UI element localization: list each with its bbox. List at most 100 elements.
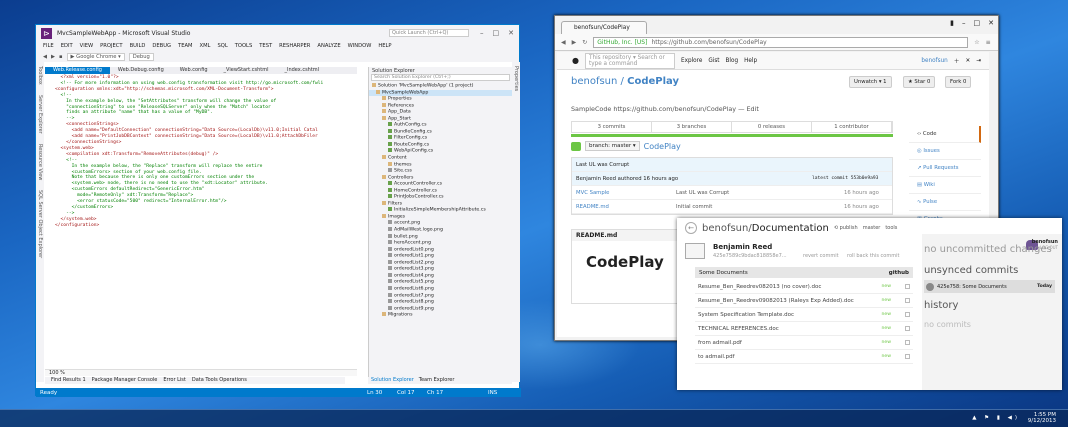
menu-item[interactable]: DEBUG	[152, 43, 171, 49]
editor-tab[interactable]: _Index.cshtml	[276, 67, 327, 74]
nav-blog[interactable]: Blog	[726, 58, 739, 64]
save-icon[interactable]: ▪	[59, 54, 63, 60]
menu-item[interactable]: XML	[200, 43, 211, 49]
unsynced-commit-item[interactable]: 425e758: Some Documents Today	[924, 280, 1055, 293]
sidenav-item[interactable]: ▤ Wiki	[909, 177, 981, 194]
stat-commits[interactable]: 3 commits	[572, 122, 652, 132]
compare-icon[interactable]	[571, 141, 581, 151]
bottom-tab[interactable]: Data Tools Operations	[192, 377, 247, 384]
view-on-github-button[interactable]: github	[889, 270, 909, 276]
sidenav-item[interactable]: ∿ Pulse	[909, 194, 981, 211]
menu-item[interactable]: ANALYZE	[317, 43, 340, 49]
repo-owner-link[interactable]: benofsun	[571, 76, 617, 87]
editor-tab[interactable]: Web.Release.config	[45, 67, 110, 74]
file-name[interactable]: MVC Sample	[576, 190, 609, 196]
nav-gist[interactable]: Gist	[708, 58, 719, 64]
branch-selector[interactable]: branch: master ▾	[585, 141, 640, 151]
zoom-level[interactable]: 100 %	[45, 369, 357, 376]
file-checkbox[interactable]	[905, 340, 910, 345]
branch-button[interactable]: master	[863, 225, 881, 231]
minimize-icon[interactable]: –	[962, 19, 966, 27]
solution-explorer-search[interactable]: Search Solution Explorer (Ctrl+;)	[371, 74, 510, 81]
bottom-tab[interactable]: Error List	[163, 377, 186, 384]
tray-icons[interactable]: ▲ ⚑ ▮ ◀)	[972, 415, 1020, 421]
menu-item[interactable]: WINDOW	[348, 43, 372, 49]
header-user[interactable]: benofsun	[921, 58, 947, 64]
star-button[interactable]: ★ Star 0	[903, 76, 936, 88]
nav-explore[interactable]: Explore	[681, 58, 702, 64]
file-row[interactable]: from admail.pdf new	[695, 336, 913, 350]
rollback-commit-button[interactable]: roll back this commit	[847, 253, 899, 259]
stat-contributors[interactable]: 1 contributor	[812, 122, 892, 132]
solution-explorer-tab[interactable]: Team Explorer	[419, 377, 455, 384]
left-dock-tab[interactable]: Server Explorer	[37, 95, 43, 134]
file-row[interactable]: README.md Initial commit 16 hours ago	[572, 200, 892, 214]
solution-explorer-tab[interactable]: Solution Explorer	[371, 377, 414, 384]
bottom-tab[interactable]: Package Manager Console	[92, 377, 158, 384]
last-commit-message[interactable]: Last UL was Corrupt	[572, 158, 892, 172]
signout-icon[interactable]: ⇥	[976, 58, 981, 64]
properties-tab[interactable]: Properties	[513, 66, 519, 91]
github-octocat-icon[interactable]: ●	[572, 56, 579, 65]
repo-path[interactable]: CodePlay	[644, 142, 681, 151]
forward-icon[interactable]: ▶	[572, 39, 577, 46]
maximize-icon[interactable]: □	[974, 19, 981, 27]
file-checkbox[interactable]	[905, 312, 910, 317]
fork-button[interactable]: Fork 0	[945, 76, 972, 88]
address-bar[interactable]: GitHub, Inc. [US] https://github.com/beno…	[593, 36, 969, 48]
file-row[interactable]: TECHNICAL REFERENCES.doc new	[695, 322, 913, 336]
back-icon[interactable]: ◀	[561, 39, 566, 46]
tree-item[interactable]: Migrations	[369, 312, 512, 319]
commit-sha[interactable]: 425e7589c9bdac818858e7...	[713, 253, 787, 259]
settings-icon[interactable]: ✕	[965, 58, 970, 64]
menu-icon[interactable]: ≡	[986, 39, 991, 46]
file-row[interactable]: MVC Sample Last UL was Corrupt 16 hours …	[572, 186, 892, 200]
menu-item[interactable]: VIEW	[80, 43, 94, 49]
left-dock-tab[interactable]: Resource View	[37, 144, 43, 180]
sidenav-item[interactable]: ‹› Code	[909, 126, 981, 143]
file-checkbox[interactable]	[905, 326, 910, 331]
editor-tab[interactable]: Web.Debug.config	[110, 67, 172, 74]
file-message[interactable]: Last UL was Corrupt	[676, 190, 729, 196]
menu-item[interactable]: EDIT	[61, 43, 73, 49]
editor-tab[interactable]: _ViewStart.cshtml	[216, 67, 277, 74]
close-icon[interactable]: ✕	[508, 29, 514, 37]
bookmark-star-icon[interactable]: ☆	[974, 39, 979, 46]
config-dropdown[interactable]: Debug	[128, 52, 154, 61]
minimize-icon[interactable]: –	[480, 29, 484, 37]
menu-item[interactable]: TEAM	[178, 43, 192, 49]
file-row[interactable]: Resume_Ben_Reedrev09082013 (Raleys Exp A…	[695, 294, 913, 308]
menu-item[interactable]: HELP	[378, 43, 391, 49]
bottom-tab[interactable]: Find Results 1	[51, 377, 86, 384]
menu-item[interactable]: FILE	[43, 43, 54, 49]
menu-item[interactable]: RESHARPER	[279, 43, 310, 49]
run-target-button[interactable]: ▶ Google Chrome ▾	[66, 52, 125, 61]
revert-commit-button[interactable]: revert commit	[803, 253, 839, 259]
file-checkbox[interactable]	[905, 298, 910, 303]
quick-launch-input[interactable]: Quick Launch (Ctrl+Q)	[389, 29, 469, 37]
back-icon[interactable]: ←	[685, 222, 697, 234]
new-repo-icon[interactable]: ＋	[954, 56, 960, 65]
stat-releases[interactable]: 0 releases	[732, 122, 812, 132]
file-row[interactable]: Resume_Ben_Reedrev082013 (no cover).doc n…	[695, 280, 913, 294]
publish-button[interactable]: ⟲ publish	[834, 225, 858, 231]
file-row[interactable]: System Specification Template.doc new	[695, 308, 913, 322]
user-icon[interactable]: ▮	[950, 19, 954, 27]
menu-item[interactable]: BUILD	[130, 43, 146, 49]
sidenav-item[interactable]: ◎ Issues	[909, 143, 981, 160]
forward-icon[interactable]: ▶	[51, 54, 55, 60]
editor-tab[interactable]: Web.config	[172, 67, 216, 74]
stat-branches[interactable]: 3 branches	[652, 122, 732, 132]
back-icon[interactable]: ◀	[43, 54, 47, 60]
file-checkbox[interactable]	[905, 284, 910, 289]
nav-help[interactable]: Help	[744, 58, 757, 64]
menu-item[interactable]: TOOLS	[235, 43, 253, 49]
file-message[interactable]: Initial commit	[676, 204, 712, 210]
file-checkbox[interactable]	[905, 354, 910, 359]
menu-item[interactable]: TEST	[259, 43, 272, 49]
code-editor[interactable]: <?xml version="1.0"?> <!-- For more info…	[45, 74, 357, 369]
reload-icon[interactable]: ↻	[582, 39, 587, 46]
file-row[interactable]: to admail.pdf new	[695, 350, 913, 364]
latest-commit[interactable]: latest commit 553b0e9a93	[812, 176, 878, 181]
tools-button[interactable]: tools	[885, 225, 897, 231]
